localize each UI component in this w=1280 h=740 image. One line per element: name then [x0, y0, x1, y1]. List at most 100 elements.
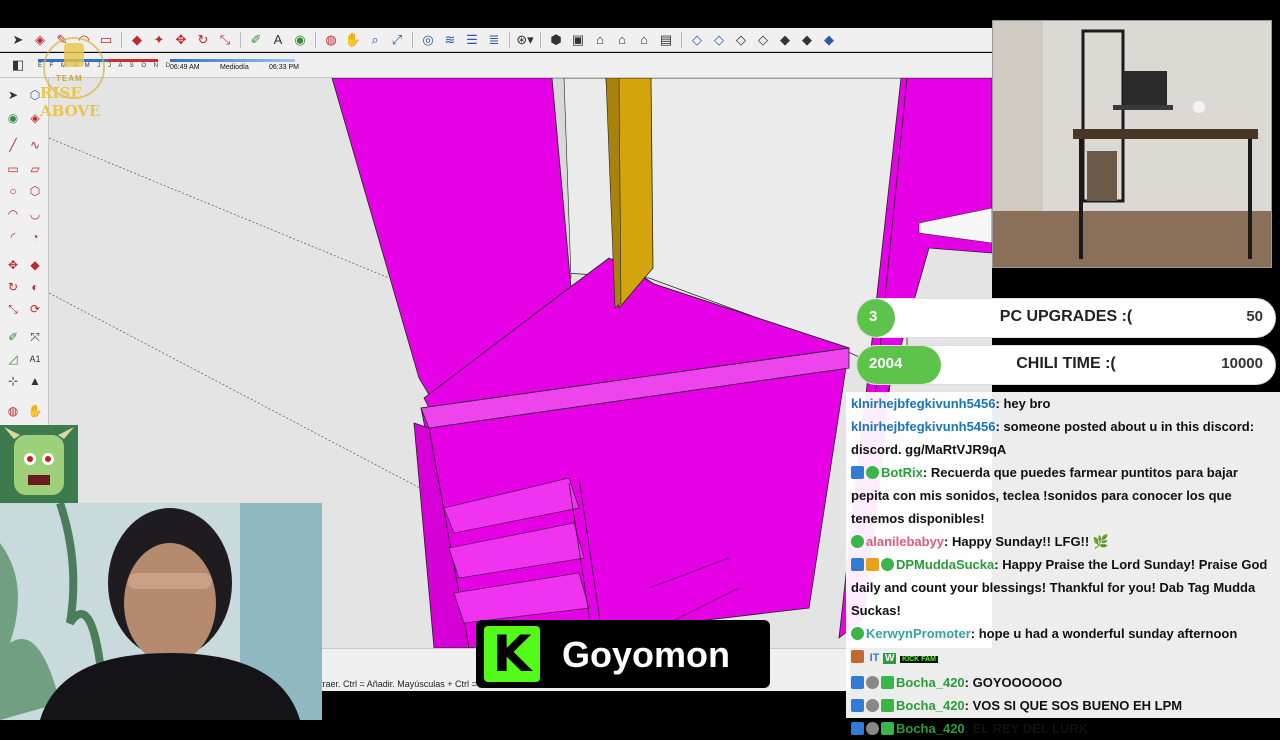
chat-message: Bocha_420: GOYOOOOOO [846, 671, 1280, 694]
pan-tool-icon[interactable]: ✋ [26, 402, 44, 420]
iso-view-icon[interactable]: ⬢ [546, 31, 566, 49]
circle-tool-icon[interactable]: ○ [4, 182, 22, 200]
push-pull-icon[interactable]: ◆ [127, 31, 147, 49]
chat-message: BotRix: Recuerda que puedes farmear punt… [851, 465, 1238, 526]
left-view-icon[interactable]: ▤ [656, 31, 676, 49]
follow-me-icon[interactable]: ✦ [149, 31, 169, 49]
sub-badge-icon [881, 676, 894, 689]
protractor-tool-icon[interactable]: ◿ [4, 350, 22, 368]
toolbar-separator [681, 31, 682, 48]
offset-tool-icon[interactable]: ⟳ [26, 300, 44, 318]
wireframe-icon[interactable]: ◇ [731, 31, 751, 49]
push-pull-tool-icon[interactable]: ◆ [26, 256, 44, 274]
badge-icon [851, 676, 864, 689]
three-point-arc-icon[interactable]: ◜ [4, 228, 22, 246]
goal-bar-pc-upgrades: 3 PC UPGRADES :( 50 [857, 299, 1275, 337]
toolbar-separator [540, 31, 541, 48]
kick-logo-icon: K [484, 625, 540, 683]
zoom-icon[interactable]: ⌕ [365, 31, 385, 49]
chat-text: hope u had a wonderful sunday afternoon [978, 626, 1238, 641]
move-tool-icon[interactable]: ✥ [4, 256, 22, 274]
tape-tool-icon[interactable]: ✐ [4, 328, 22, 346]
chat-message: Bocha_420: EL REY DEL LURK [846, 717, 1280, 740]
dimension-tool-icon[interactable]: ⤧ [26, 328, 44, 346]
text-icon[interactable]: A [268, 31, 288, 49]
monochrome-icon[interactable]: ◆ [819, 31, 839, 49]
text-tool-icon[interactable]: A1 [26, 350, 44, 368]
orbit-icon[interactable]: ◍ [321, 31, 341, 49]
main-toolbar: ➤ ◈ ✎ ◠ ▭ ◆ ✦ ✥ ↻ ⤡ ✐ A ◉ ◍ ✋ ⌕ ⤢ ◎ ≋ ☰ … [0, 28, 992, 52]
verified-badge-icon [851, 535, 864, 548]
sub-badge-icon [881, 699, 894, 712]
zoom-extents-icon[interactable]: ⤢ [387, 31, 407, 49]
chat-message: Bocha_420: VOS SI QUE SOS BUENO EH LPM [846, 694, 1280, 717]
goal-target: 50 [1246, 308, 1263, 325]
textured-icon[interactable]: ◆ [797, 31, 817, 49]
toolbar-separator [509, 31, 510, 48]
hidden-line-icon[interactable]: ◇ [753, 31, 773, 49]
sandbox-icon[interactable]: ≋ [440, 31, 460, 49]
shadow-toggle-icon[interactable]: ◧ [8, 56, 28, 74]
pie-tool-icon[interactable]: ◔ [26, 228, 44, 246]
line-tool-icon[interactable]: ╱ [4, 136, 22, 154]
goal-title: PC UPGRADES :( [999, 308, 1133, 325]
rotated-rect-tool-icon[interactable]: ▱ [26, 160, 44, 178]
rotate-tool-icon[interactable]: ↻ [4, 278, 22, 296]
top-view-icon[interactable]: ▣ [568, 31, 588, 49]
verified-badge-icon [866, 466, 879, 479]
chat-username: klnirhejbfegkivunh5456 [851, 419, 996, 434]
monster-avatar-icon [0, 425, 78, 503]
chat-username: BotRix [881, 465, 923, 480]
section-plane-icon[interactable]: ◎ [418, 31, 438, 49]
select-tool-icon[interactable]: ➤ [4, 86, 22, 104]
tape-measure-icon[interactable]: ✐ [246, 31, 266, 49]
chat-username: Bocha_420 [896, 675, 965, 690]
select-icon[interactable]: ➤ [8, 31, 28, 49]
badge-icon [851, 722, 864, 735]
3d-text-tool-icon[interactable]: ▲ [26, 372, 44, 390]
back-edges-icon[interactable]: ◇ [709, 31, 729, 49]
webcam-feed [0, 503, 322, 720]
mod-badge-icon [866, 722, 879, 735]
toolbar-separator [315, 31, 316, 48]
xray-icon[interactable]: ◇ [687, 31, 707, 49]
follow-me-tool-icon[interactable]: ◐ [26, 278, 44, 296]
front-view-icon[interactable]: ⌂ [590, 31, 610, 49]
streamer-avatar [0, 425, 78, 503]
axes-tool-icon[interactable]: ⊹ [4, 372, 22, 390]
chat-message: klnirhejbfegkivunh5456: hey bro [851, 396, 1051, 411]
polygon-tool-icon[interactable]: ⬡ [26, 182, 44, 200]
freehand-tool-icon[interactable]: ∿ [26, 136, 44, 154]
arc-tool-icon[interactable]: ◠ [4, 205, 22, 223]
sub-badge-icon [881, 722, 894, 735]
time-slider[interactable] [170, 59, 295, 62]
logo-team-text: TEAM [56, 74, 83, 83]
chat-username: klnirhejbfegkivunh5456 [851, 396, 996, 411]
paint-tool-icon[interactable]: ◉ [4, 109, 22, 127]
scale-tool-icon[interactable]: ⤡ [4, 300, 22, 318]
two-point-arc-icon[interactable]: ◡ [26, 205, 44, 223]
stamp-icon[interactable]: ≣ [484, 31, 504, 49]
back-view-icon[interactable]: ⌂ [634, 31, 654, 49]
scale-icon[interactable]: ⤡ [215, 31, 235, 49]
desk-photo-image [993, 21, 1271, 267]
chat-text: VOS SI QUE SOS BUENO EH LPM [972, 698, 1183, 713]
chat-message: klnirhejbfegkivunh5456: someone posted a… [851, 419, 1255, 457]
crown-badge-icon [866, 558, 879, 571]
right-view-icon[interactable]: ⌂ [612, 31, 632, 49]
style-dropdown-icon[interactable]: ⊛▾ [515, 31, 535, 49]
move-icon[interactable]: ✥ [171, 31, 191, 49]
pan-icon[interactable]: ✋ [343, 31, 363, 49]
chat-message: DPMuddaSucka: Happy Praise the Lord Sund… [851, 557, 1268, 618]
rectangle-tool-icon[interactable]: ▭ [4, 160, 22, 178]
shaded-icon[interactable]: ◆ [775, 31, 795, 49]
rotate-icon[interactable]: ↻ [193, 31, 213, 49]
chat-text: EL REY DEL LURK [972, 721, 1089, 736]
toolbar-separator [240, 31, 241, 48]
chat-emote-row: IT W KICK FAM [851, 645, 1276, 671]
layers-icon[interactable]: ☰ [462, 31, 482, 49]
logo-name-text: RISE ABOVE [40, 84, 101, 120]
kick-nameplate: K Goyomon [476, 620, 770, 688]
orbit-tool-icon[interactable]: ◍ [4, 402, 22, 420]
paint-bucket-icon[interactable]: ◉ [290, 31, 310, 49]
